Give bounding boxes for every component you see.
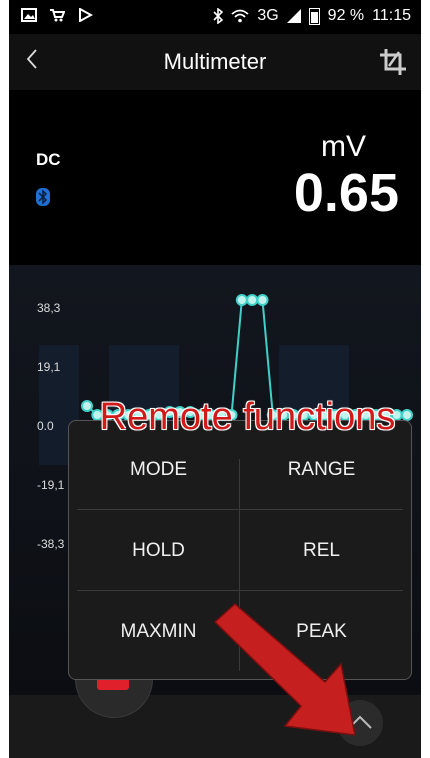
expand-button[interactable] [337,700,383,746]
rel-button[interactable]: REL [240,510,403,591]
reading-value: 0.65 [293,163,399,223]
cart-notification-icon [50,9,65,22]
divider [239,459,240,671]
remote-functions-menu: MODE RANGE HOLD REL MAXMIN PEAK [68,420,412,680]
hold-button[interactable]: HOLD [77,510,240,591]
battery-icon [308,7,320,25]
bluetooth-icon [36,188,50,206]
trace-point [256,294,269,306]
divider [77,509,403,510]
trace-point [246,294,259,306]
wifi-icon [231,9,249,23]
trace-point [235,294,248,306]
maxmin-button[interactable]: MAXMIN [77,591,240,672]
unit-label: mV [321,130,366,163]
page-title: Multimeter [163,49,267,74]
remote-functions-annotation: Remote functions [99,396,396,438]
cell-signal-icon [286,9,301,23]
bluetooth-status-icon [213,8,224,24]
image-notification-icon [21,8,37,22]
app-screen: 3G 92 % 11:15 Multimeter DC mV 0.65 38,3… [9,0,421,758]
mode-button[interactable]: MODE [77,429,240,510]
measurement-readout: DC mV 0.65 [9,90,421,265]
divider [77,590,403,591]
clock: 11:15 [372,7,411,24]
play-store-notification-icon [79,8,93,22]
battery-percent: 92 % [327,7,365,24]
crop-icon[interactable] [379,48,407,76]
chevron-up-icon [348,715,372,729]
status-bar: 3G 92 % 11:15 [9,0,421,34]
app-bar: Multimeter [9,34,421,90]
range-button[interactable]: RANGE [240,429,403,510]
network-type: 3G [257,7,279,24]
mode-label: DC [36,150,61,169]
peak-button[interactable]: PEAK [240,591,403,672]
